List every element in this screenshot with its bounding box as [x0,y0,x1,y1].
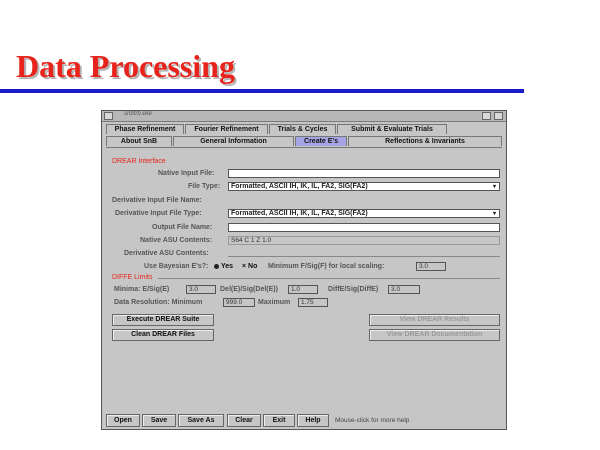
e-sig-field[interactable]: 3.0 [186,285,216,294]
minima-label: Minima: E/Sig(E) [114,286,169,293]
resolution-min-field[interactable]: 999.0 [223,298,255,307]
tab-general-information[interactable]: General Information [173,136,294,146]
resolution-max-label: Maximum [258,299,291,306]
tab-submit-evaluate[interactable]: Submit & Evaluate Trials [337,124,447,134]
e-sig-label: E/Sig(E) [142,286,170,293]
output-file-name-field[interactable] [228,223,500,232]
execute-drear-button[interactable]: Execute DREAR Suite [112,314,214,326]
min-f-sig-label: Minimum F/Sig(F) for local scaling: [268,263,385,270]
native-asu-contents-label: Native ASU Contents: [140,237,213,244]
title-underline [0,89,524,93]
diffe-label: DiffE/Sig(DiffE) [328,286,379,293]
tab-fourier-refinement[interactable]: Fourier Refinement [185,124,268,134]
resolution-min-label: Minimum [171,299,203,306]
minimize-icon[interactable] [482,112,491,120]
tab-trials-cycles[interactable]: Trials & Cycles [269,124,336,134]
app-window: snbfrb.exe Phase Refinement Fourier Refi… [101,110,507,430]
maximize-icon[interactable] [494,112,503,120]
derivative-asu-line [228,256,500,257]
window-titlebar[interactable]: snbfrb.exe [102,111,506,122]
native-input-file-field[interactable] [228,169,500,178]
clean-drear-button[interactable]: Clean DREAR Files [112,329,214,341]
save-as-button[interactable]: Save As [178,414,224,427]
open-button[interactable]: Open [106,414,140,427]
file-type-value: Formatted, ASCII IH, IK, IL, FA2, SIG(FA… [231,183,368,190]
diffe-divider [158,278,500,279]
bayesian-no-label: No [248,263,258,270]
minima-title: Minima: [114,286,141,293]
view-drear-docs-button[interactable]: View DREAR Documentation [369,329,500,341]
diffe-section-heading: DIFFE Limits [112,274,153,281]
chevron-down-icon: ▾ [492,211,496,217]
native-input-file-label: Native Input File: [158,170,215,177]
data-resolution-title: Data Resolution: [114,299,170,306]
save-button[interactable]: Save [142,414,176,427]
dele-field[interactable]: 1.0 [288,285,318,294]
status-text: Mouse-click for more help [335,417,410,424]
bottom-toolbar: Open Save Save As Clear Exit Help Mouse-… [102,411,506,429]
radio-selected-icon [214,263,219,269]
derivative-file-type-select[interactable]: Formatted, ASCII IH, IK, IL, FA2, SIG(FA… [228,209,500,218]
native-asu-contents-field[interactable]: S64 C 1 Z 1.0 [228,236,500,245]
file-type-label: File Type: [188,183,221,190]
clear-button[interactable]: Clear [227,414,261,427]
bayesian-yes-label: Yes [221,263,234,270]
drear-section-heading: DREAR Interface [112,158,166,165]
tab-create-es[interactable]: Create E's [295,136,347,146]
file-type-select[interactable]: Formatted, ASCII IH, IK, IL, FA2, SIG(FA… [228,182,500,191]
tab-phase-refinement[interactable]: Phase Refinement [106,124,184,134]
slide-title: Data Processing [16,48,235,84]
derivative-input-file-type-label: Derivative Input File Type: [115,210,202,217]
derivative-file-type-value: Formatted, ASCII IH, IK, IL, FA2, SIG(FA… [231,210,368,217]
output-file-name-label: Output File Name: [152,224,213,231]
bayesian-no-radio[interactable]: × No [242,263,257,270]
derivative-asu-contents-label: Derivative ASU Contents: [124,250,209,257]
window-title: snbfrb.exe [124,111,153,117]
min-f-sig-field[interactable]: 3.0 [416,262,446,271]
help-button[interactable]: Help [297,414,329,427]
view-drear-results-button[interactable]: View DREAR Results [369,314,500,326]
resolution-max-field[interactable]: 1.75 [298,298,328,307]
data-resolution-label: Data Resolution: Minimum [114,299,202,306]
tab-reflections-invariants[interactable]: Reflections & Invariants [348,136,502,146]
exit-button[interactable]: Exit [263,414,295,427]
tab-divider [106,147,502,148]
dele-label: Del(E)/Sig(Del(E)) [220,286,278,293]
chevron-down-icon: ▾ [492,184,496,190]
bayesian-yes-radio[interactable]: Yes [214,263,233,270]
tab-about-snb[interactable]: About SnB [106,136,172,146]
diffe-field[interactable]: 3.0 [388,285,420,294]
bayesian-label: Use Bayesian E's?: [144,263,209,270]
window-menu-icon[interactable] [104,112,113,120]
derivative-input-file-name-label: Derivative Input File Name: [112,197,202,204]
